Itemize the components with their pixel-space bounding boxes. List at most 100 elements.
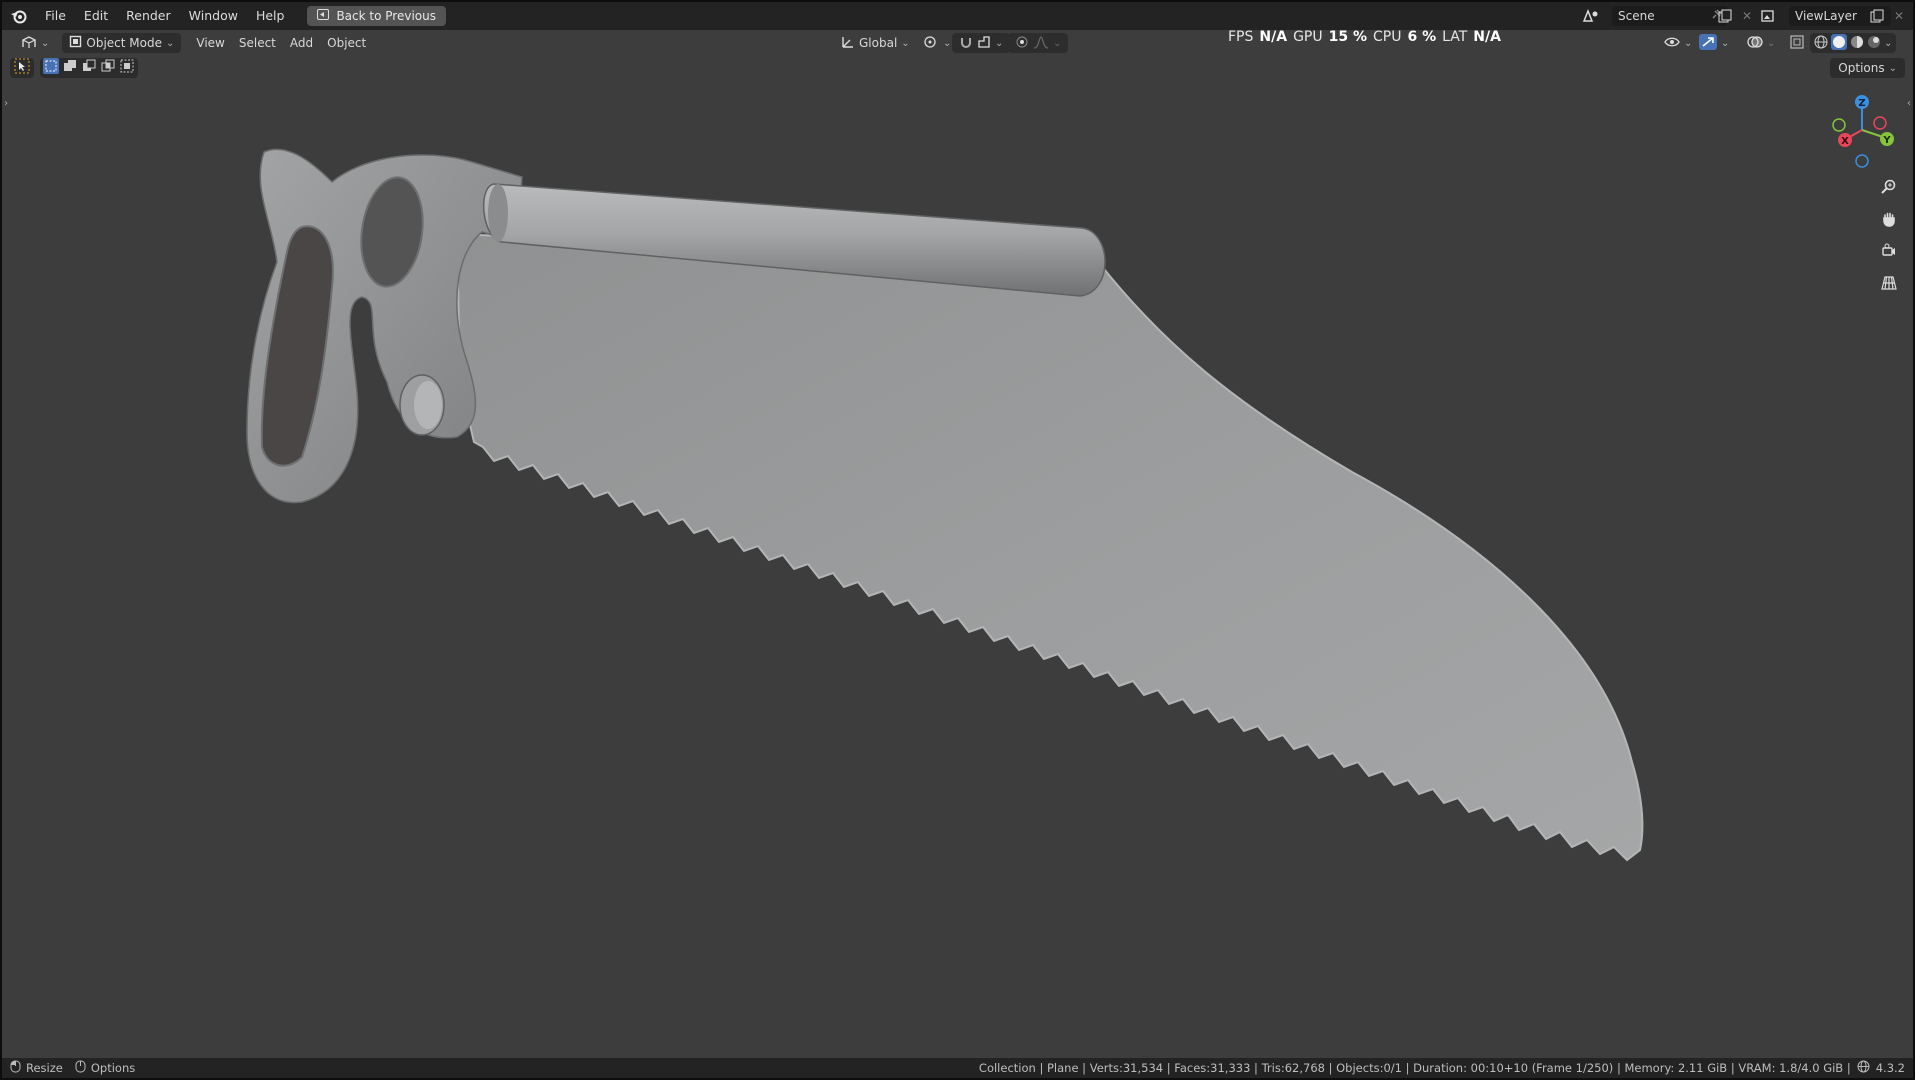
sidebar-expand-icon[interactable]: ‹ [1907, 98, 1911, 109]
zoom-icon[interactable] [1876, 174, 1902, 200]
wireframe-shading-icon[interactable] [1814, 35, 1828, 52]
menu-window[interactable]: Window [180, 2, 247, 30]
axis-neg-x-icon [1873, 116, 1887, 130]
chevron-down-icon: ⌄ [1884, 37, 1893, 49]
menu-select[interactable]: Select [232, 33, 283, 53]
pan-hand-icon[interactable] [1876, 206, 1902, 232]
axis-neg-y-icon [1832, 118, 1846, 132]
surgical-saw-model [246, 148, 1644, 862]
new-viewlayer-icon[interactable] [1866, 6, 1888, 26]
selection-mode-group [40, 58, 138, 78]
toolbar-expand-icon[interactable]: › [4, 98, 8, 109]
select-new-icon[interactable] [43, 58, 59, 78]
new-scene-icon[interactable] [1714, 6, 1736, 26]
snap-toggle[interactable]: ⌄ [952, 33, 1011, 53]
chevron-down-icon: ⌄ [995, 37, 1004, 49]
status-bar: Resize Options Collection | Plane | Vert… [2, 1058, 1913, 1078]
blender-window: File Edit Render Window Help Back to Pre… [2, 2, 1913, 1078]
mode-selector[interactable]: Object Mode ⌄ [62, 33, 182, 53]
chevron-down-icon: ⌄ [901, 37, 910, 49]
editor-type-button[interactable]: ⌄ [14, 33, 56, 53]
menu-object[interactable]: Object [320, 33, 373, 53]
orientation-icon [841, 35, 855, 52]
overlays-icon [1747, 35, 1763, 52]
scene-type-icon[interactable] [1580, 6, 1602, 26]
orientation-label: Global [859, 36, 898, 50]
menu-add[interactable]: Add [283, 33, 320, 53]
shading-mode-group: ⌄ [1810, 33, 1897, 53]
select-extend-icon[interactable] [62, 58, 78, 78]
gizmo-icon [1699, 33, 1717, 53]
select-box-tool-icon [14, 58, 30, 78]
chevron-down-icon: ⌄ [165, 37, 175, 49]
blender-logo-icon[interactable] [2, 2, 36, 30]
fps-label: FPS [1228, 29, 1254, 45]
cpu-label: CPU [1373, 29, 1402, 45]
saw-blade [455, 232, 1644, 862]
back-icon [317, 9, 330, 23]
camera-view-icon[interactable] [1876, 238, 1902, 264]
falloff-icon [1033, 35, 1049, 52]
scene-selector[interactable]: Scene [1612, 6, 1728, 26]
chevron-down-icon: ⌄ [943, 37, 952, 49]
object-mode-icon [69, 35, 82, 51]
xray-toggle[interactable] [1783, 33, 1811, 53]
perspective-toggle-icon[interactable] [1876, 270, 1902, 296]
viewlayer-name: ViewLayer [1795, 9, 1857, 23]
select-subtract-icon[interactable] [81, 58, 97, 78]
back-to-previous-label: Back to Previous [336, 9, 436, 23]
menu-edit[interactable]: Edit [75, 2, 117, 30]
mouse-options-icon [75, 1060, 87, 1076]
select-intersect-icon[interactable] [119, 58, 135, 78]
viewlayer-type-icon[interactable] [1759, 6, 1781, 26]
menu-help[interactable]: Help [247, 2, 294, 30]
network-icon [1857, 1060, 1870, 1076]
viewport-header: ⌄ Object Mode ⌄ View Select Add Object G… [2, 30, 1913, 56]
active-tool-button[interactable] [10, 58, 34, 78]
chevron-down-icon: ⌄ [1888, 62, 1897, 74]
chevron-down-icon: ⌄ [41, 37, 50, 49]
back-to-previous-button[interactable]: Back to Previous [307, 6, 446, 26]
lat-label: LAT [1442, 29, 1468, 45]
status-hint-options: Options [90, 1061, 136, 1075]
chevron-down-icon: ⌄ [1767, 37, 1776, 49]
delete-viewlayer-icon[interactable]: ✕ [1888, 6, 1910, 26]
mode-label: Object Mode [86, 36, 162, 50]
material-shading-icon[interactable] [1850, 35, 1864, 52]
viewport-navigation-tools [1876, 174, 1902, 296]
pivot-icon [923, 35, 939, 52]
menu-file[interactable]: File [36, 2, 75, 30]
rendered-shading-icon[interactable] [1867, 35, 1881, 52]
3d-viewport[interactable] [2, 2, 1913, 1062]
chevron-down-icon: ⌄ [1721, 37, 1730, 49]
navigation-gizmo[interactable]: Z Y X [1822, 90, 1902, 170]
snap-target-icon [977, 35, 991, 52]
menu-render[interactable]: Render [117, 2, 180, 30]
gpu-label: GPU [1293, 29, 1323, 45]
axis-z-label: Z [1858, 98, 1865, 109]
menu-view[interactable]: View [189, 33, 231, 53]
magnet-icon [959, 35, 973, 52]
proportional-icon [1015, 35, 1029, 52]
cpu-value: 6 % [1407, 29, 1437, 45]
proportional-editing-toggle[interactable]: ⌄ [1008, 33, 1069, 53]
performance-overlay: FPS N/A GPU 15 % CPU 6 % LAT N/A [1228, 29, 1501, 45]
top-menu-bar: File Edit Render Window Help Back to Pre… [2, 2, 1913, 30]
blender-version: 4.3.2 [1875, 1061, 1905, 1075]
overlays-toggle[interactable]: ⌄ [1740, 33, 1782, 53]
gizmo-toggle[interactable]: ⌄ [1692, 33, 1736, 53]
options-button[interactable]: Options ⌄ [1830, 58, 1905, 78]
xray-icon [1790, 34, 1804, 52]
select-invert-icon[interactable] [100, 58, 116, 78]
lat-value: N/A [1473, 29, 1501, 45]
transform-orientation-selector[interactable]: Global ⌄ [834, 33, 917, 53]
editor-type-icon [21, 35, 37, 52]
options-label: Options [1838, 61, 1885, 75]
axis-neg-z-icon [1855, 154, 1869, 168]
mouse-resize-icon [10, 1060, 22, 1076]
solid-shading-icon[interactable] [1831, 33, 1847, 53]
gpu-value: 15 % [1328, 29, 1367, 45]
delete-scene-icon[interactable]: ✕ [1736, 6, 1758, 26]
fps-value: N/A [1259, 29, 1288, 45]
status-hint-resize: Resize [26, 1061, 63, 1075]
